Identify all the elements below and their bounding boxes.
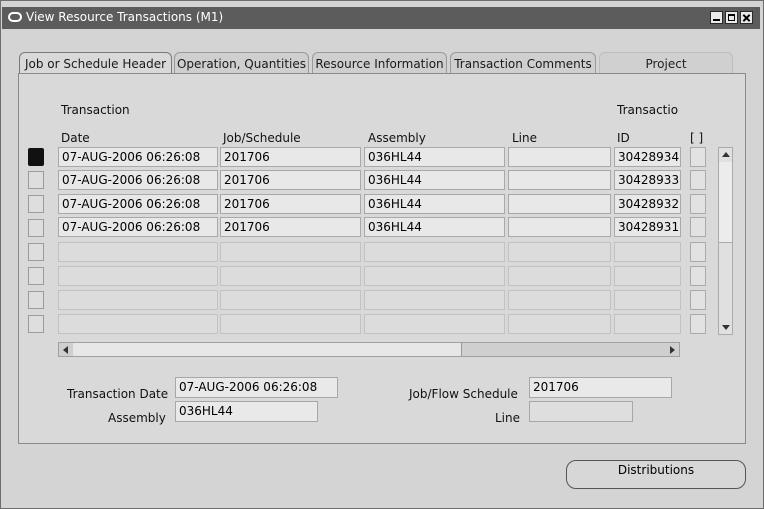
horizontal-scroll-thumb[interactable]: [73, 343, 462, 356]
job-cell[interactable]: 201706: [220, 170, 361, 190]
maximize-icon[interactable]: [725, 11, 738, 24]
line-field[interactable]: [529, 401, 633, 422]
transaction-id-cell[interactable]: 30428933: [614, 170, 681, 190]
date-cell[interactable]: [58, 242, 218, 262]
header-line: Line: [512, 131, 538, 145]
flexfield-cell[interactable]: [690, 147, 706, 167]
flexfield-cell[interactable]: [690, 266, 706, 286]
date-cell[interactable]: 07-AUG-2006 06:26:08: [58, 217, 218, 237]
flexfield-cell[interactable]: [690, 217, 706, 237]
job-flow-schedule-label: Job/Flow Schedule: [409, 387, 518, 401]
row-selector[interactable]: [28, 267, 44, 285]
date-cell[interactable]: 07-AUG-2006 06:26:08: [58, 194, 218, 214]
date-cell[interactable]: [58, 290, 218, 310]
tab-job-or-schedule-header[interactable]: Job or Schedule Header: [19, 52, 172, 75]
transaction-id-cell[interactable]: [614, 242, 681, 262]
row-selector[interactable]: [28, 243, 44, 261]
scroll-left-icon[interactable]: [63, 346, 68, 354]
scroll-right-icon[interactable]: [670, 346, 675, 354]
title-bar: View Resource Transactions (M1): [2, 7, 760, 29]
tab-resource-information[interactable]: Resource Information: [312, 52, 447, 74]
date-cell[interactable]: 07-AUG-2006 06:26:08: [58, 147, 218, 167]
line-cell[interactable]: [508, 170, 611, 190]
horizontal-scrollbar[interactable]: [58, 342, 680, 357]
line-cell[interactable]: [508, 194, 611, 214]
row-selector-current[interactable]: [28, 148, 44, 166]
minimize-icon[interactable]: [710, 11, 723, 24]
flexfield-cell[interactable]: [690, 314, 706, 334]
row-selector[interactable]: [28, 195, 44, 213]
line-cell[interactable]: [508, 147, 611, 167]
vertical-scrollbar[interactable]: [718, 147, 733, 335]
flexfield-cell[interactable]: [690, 242, 706, 262]
job-cell[interactable]: [220, 314, 361, 334]
line-cell[interactable]: [508, 266, 611, 286]
assembly-field[interactable]: 036HL44: [175, 401, 318, 422]
transaction-id-cell[interactable]: 30428932: [614, 194, 681, 214]
tab-transaction-comments[interactable]: Transaction Comments: [450, 52, 596, 74]
job-cell[interactable]: [220, 266, 361, 286]
job-cell[interactable]: [220, 242, 361, 262]
transaction-date-field[interactable]: 07-AUG-2006 06:26:08: [175, 377, 338, 398]
job-cell[interactable]: [220, 290, 361, 310]
vertical-scroll-thumb[interactable]: [719, 162, 732, 243]
transaction-id-cell[interactable]: 30428934: [614, 147, 681, 167]
date-cell[interactable]: [58, 314, 218, 334]
assembly-cell[interactable]: [364, 266, 505, 286]
row-selector[interactable]: [28, 171, 44, 189]
line-label: Line: [495, 411, 521, 425]
header-date: Date: [61, 131, 90, 145]
header-transaction: Transaction: [61, 103, 130, 117]
oracle-app-icon: [8, 12, 22, 22]
header-assembly: Assembly: [368, 131, 426, 145]
scroll-up-icon[interactable]: [722, 152, 730, 157]
transaction-id-cell[interactable]: 30428931: [614, 217, 681, 237]
assembly-cell[interactable]: [364, 314, 505, 334]
header-transaction-id-top: Transactio: [617, 103, 679, 117]
line-cell[interactable]: [508, 242, 611, 262]
distributions-button[interactable]: Distributions: [566, 460, 746, 489]
header-job-schedule: Job/Schedule: [223, 131, 301, 145]
assembly-label: Assembly: [108, 411, 166, 425]
assembly-cell[interactable]: 036HL44: [364, 217, 505, 237]
window-title: View Resource Transactions (M1): [26, 10, 224, 24]
transaction-id-cell[interactable]: [614, 290, 681, 310]
transaction-date-label: Transaction Date: [67, 387, 169, 401]
date-cell[interactable]: 07-AUG-2006 06:26:08: [58, 170, 218, 190]
job-cell[interactable]: 201706: [220, 194, 361, 214]
line-cell[interactable]: [508, 290, 611, 310]
flexfield-cell[interactable]: [690, 170, 706, 190]
job-cell[interactable]: 201706: [220, 147, 361, 167]
assembly-cell[interactable]: 036HL44: [364, 147, 505, 167]
assembly-cell[interactable]: 036HL44: [364, 194, 505, 214]
assembly-cell[interactable]: 036HL44: [364, 170, 505, 190]
date-cell[interactable]: [58, 266, 218, 286]
transaction-id-cell[interactable]: [614, 314, 681, 334]
row-selector[interactable]: [28, 291, 44, 309]
tab-operation-quantities[interactable]: Operation, Quantities: [174, 52, 309, 74]
job-cell[interactable]: 201706: [220, 217, 361, 237]
line-cell[interactable]: [508, 217, 611, 237]
flexfield-cell[interactable]: [690, 194, 706, 214]
flexfield-cell[interactable]: [690, 290, 706, 310]
header-flexfield[interactable]: [ ]: [690, 131, 703, 145]
close-icon[interactable]: [740, 11, 753, 24]
scroll-down-icon[interactable]: [722, 325, 730, 330]
line-cell[interactable]: [508, 314, 611, 334]
assembly-cell[interactable]: [364, 242, 505, 262]
assembly-cell[interactable]: [364, 290, 505, 310]
row-selector[interactable]: [28, 315, 44, 333]
job-flow-schedule-field[interactable]: 201706: [529, 377, 672, 398]
tab-project[interactable]: Project: [599, 52, 733, 74]
resource-transactions-window: View Resource Transactions (M1) Job or S…: [0, 0, 764, 509]
header-id: ID: [617, 131, 630, 145]
transaction-id-cell[interactable]: [614, 266, 681, 286]
row-selector[interactable]: [28, 219, 44, 237]
